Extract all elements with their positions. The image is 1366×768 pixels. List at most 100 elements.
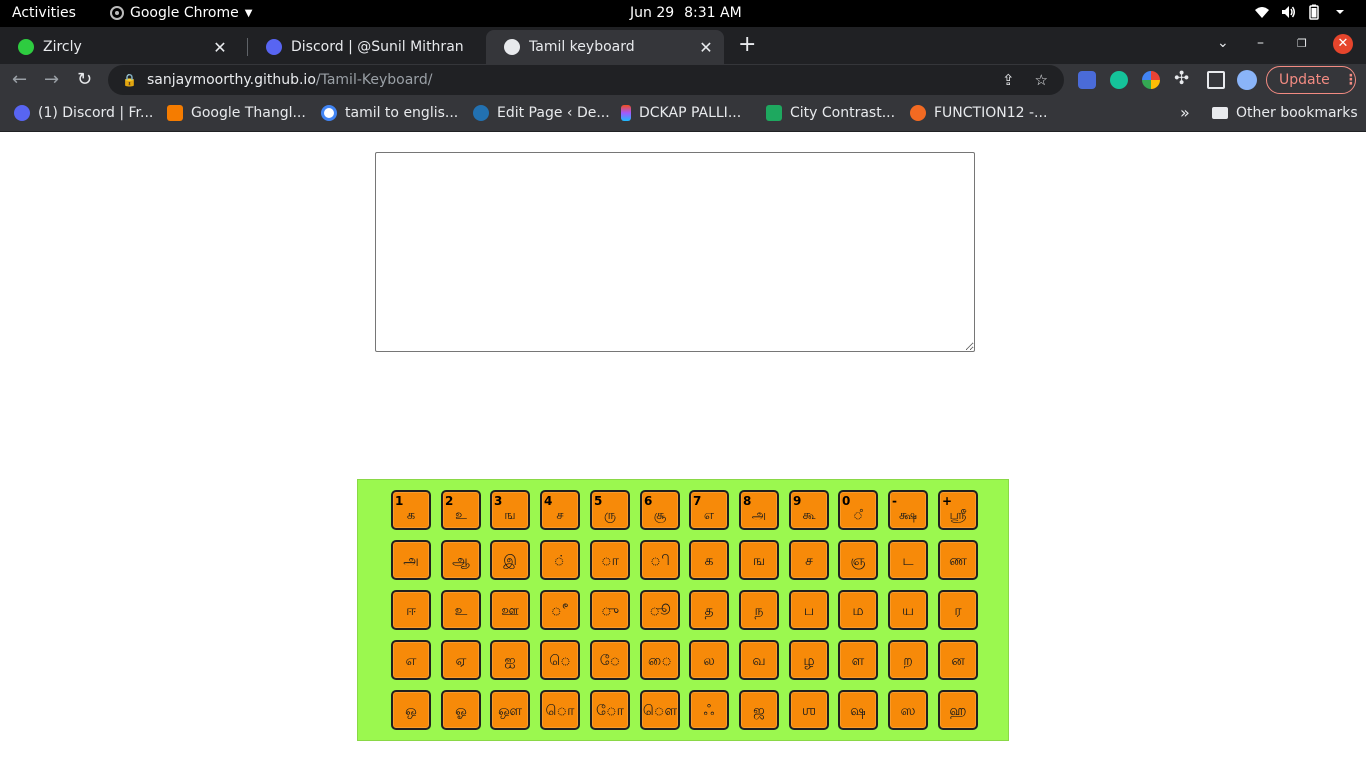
window-close-icon[interactable]: ✕ [1333,34,1353,54]
extensions-puzzle-icon[interactable]: ✣ [1174,68,1189,89]
keyboard-key[interactable]: த [689,590,729,630]
address-bar[interactable]: 🔒 sanjaymoorthy.github.io/Tamil-Keyboard… [108,65,1064,95]
keyboard-key[interactable]: ◌ி [640,540,680,580]
share-icon[interactable]: ⇪ [1002,71,1015,89]
keyboard-key[interactable]: ஹ [938,690,978,730]
keyboard-key[interactable]: ங [739,540,779,580]
reload-icon[interactable]: ↻ [77,69,92,90]
grammarly-extension-icon[interactable] [1110,71,1128,89]
keyboard-key[interactable]: - க்ஷ [888,490,928,530]
close-tab-icon[interactable]: ✕ [698,38,714,57]
tab-zircly[interactable]: Zircly ✕ [0,30,238,64]
activities-button[interactable]: Activities [12,5,76,21]
keyboard-key[interactable]: ◌ொ [540,690,580,730]
google-translate-extension-icon[interactable] [1078,71,1096,89]
keyboard-key[interactable]: எ [391,640,431,680]
keyboard-key[interactable]: ஊ [490,590,530,630]
clock[interactable]: Jun 29 8:31 AM [630,5,742,21]
forward-icon[interactable]: → [44,69,59,90]
keyboard-key[interactable]: 4ச [540,490,580,530]
keyboard-key[interactable]: ஓ [441,690,481,730]
keyboard-key[interactable]: ள [838,640,878,680]
keyboard-key[interactable]: ன [938,640,978,680]
color-picker-extension-icon[interactable] [1142,71,1160,89]
keyboard-key[interactable]: 9 கூ [789,490,829,530]
back-icon[interactable]: ← [12,69,27,90]
side-panel-icon[interactable] [1207,71,1225,89]
keyboard-key[interactable]: ந [739,590,779,630]
keyboard-key[interactable]: ஔ [490,690,530,730]
keyboard-key[interactable]: ல [689,640,729,680]
keyboard-key[interactable]: க [689,540,729,580]
keyboard-key[interactable]: ◌ூ [640,590,680,630]
other-bookmarks-folder[interactable]: Other bookmarks [1212,105,1358,121]
keyboard-key[interactable]: ◌ௌ [640,690,680,730]
keyboard-key[interactable]: ஞ [838,540,878,580]
more-bookmarks-icon[interactable]: » [1180,103,1190,122]
keyboard-key[interactable]: ◌ெ [540,640,580,680]
keyboard-key[interactable]: ஸ [888,690,928,730]
keyboard-key[interactable]: ◌ீ [540,590,580,630]
keyboard-key[interactable]: ஐ [490,640,530,680]
keyboard-key[interactable]: ◌ோ [590,690,630,730]
keyboard-key[interactable]: ழ [789,640,829,680]
keyboard-key[interactable]: 0ஂ [838,490,878,530]
keyboard-key[interactable]: ஶ [789,690,829,730]
keyboard-key[interactable]: ம [838,590,878,630]
keyboard-key[interactable]: ஷ [838,690,878,730]
close-tab-icon[interactable]: ✕ [212,38,228,57]
bookmark-function12[interactable]: FUNCTION12 -... [910,105,1047,121]
keyboard-key[interactable]: ஏ [441,640,481,680]
keyboard-key[interactable]: + ஸ்ரீ [938,490,978,530]
keyboard-key[interactable]: ண [938,540,978,580]
keyboard-key[interactable]: 5 ரு [590,490,630,530]
profile-avatar[interactable] [1237,70,1257,90]
tab-search-icon[interactable]: ⌄ [1217,35,1229,51]
system-tray[interactable] [1254,4,1348,20]
keyboard-key[interactable]: 2உ [441,490,481,530]
keyboard-key[interactable]: 3ங [490,490,530,530]
tab-strip: Zircly ✕ Discord | @Sunil Mithran Tamil … [0,27,1366,64]
keyboard-key[interactable]: 7எ [689,490,729,530]
keyboard-key[interactable]: ற [888,640,928,680]
minimize-icon[interactable]: – [1257,35,1264,51]
keyboard-key[interactable]: ட [888,540,928,580]
keyboard-key[interactable]: ப [789,590,829,630]
keyboard-key[interactable]: ◌ை [640,640,680,680]
keyboard-key[interactable]: 6 சூ [640,490,680,530]
bookmark-city-contrast[interactable]: City Contrast... [766,105,895,121]
bookmark-tamil-to-english[interactable]: tamil to englis... [321,105,458,121]
keyboard-key[interactable]: அ [391,540,431,580]
keyboard-key[interactable]: ஆ [441,540,481,580]
kebab-menu-icon[interactable]: ⋮ [1344,72,1358,88]
bookmark-star-icon[interactable]: ☆ [1035,71,1048,89]
tab-tamil-keyboard[interactable]: Tamil keyboard ✕ [486,30,724,64]
keyboard-key[interactable]: இ [490,540,530,580]
bookmark-discord[interactable]: (1) Discord | Fr... [14,105,153,121]
keyboard-key[interactable]: 1க [391,490,431,530]
bookmark-dckap-palli[interactable]: DCKAP PALLI... [621,105,741,121]
lock-icon[interactable]: 🔒 [122,73,137,87]
maximize-icon[interactable]: ❐ [1297,37,1307,50]
keyboard-key[interactable]: ஜ [739,690,779,730]
keyboard-key[interactable]: ◌ா [590,540,630,580]
tab-discord[interactable]: Discord | @Sunil Mithran [248,30,486,64]
keyboard-key[interactable]: ஃ [689,690,729,730]
keyboard-key[interactable]: ◌் [540,540,580,580]
keyboard-key[interactable]: ◌ே [590,640,630,680]
bookmark-google-thangl[interactable]: Google Thangl... [167,105,306,121]
new-tab-icon[interactable]: + [738,32,756,57]
tamil-text-input[interactable] [375,152,975,352]
keyboard-key[interactable]: ர [938,590,978,630]
keyboard-key[interactable]: ஈ [391,590,431,630]
update-button[interactable]: Update ⋮ [1266,66,1358,94]
keyboard-key[interactable]: வ [739,640,779,680]
keyboard-key[interactable]: உ [441,590,481,630]
keyboard-key[interactable]: ஒ [391,690,431,730]
keyboard-key[interactable]: ◌ு [590,590,630,630]
keyboard-key[interactable]: ச [789,540,829,580]
keyboard-key[interactable]: 8அ [739,490,779,530]
keyboard-key[interactable]: ய [888,590,928,630]
bookmark-edit-page[interactable]: Edit Page ‹ De... [473,105,610,121]
app-menu[interactable]: Google Chrome ▼ [110,5,252,21]
